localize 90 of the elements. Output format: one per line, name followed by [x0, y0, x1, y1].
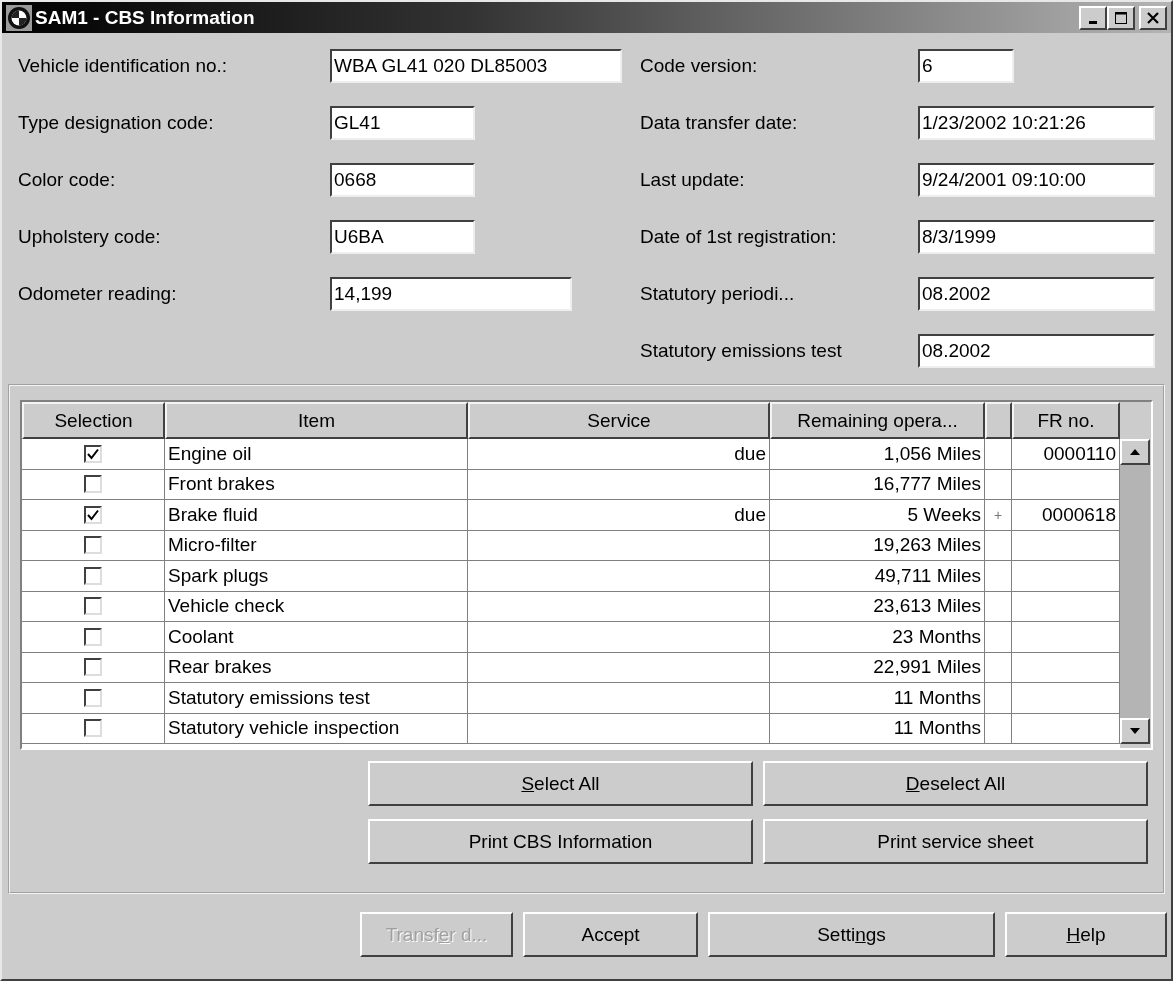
checkbox[interactable] — [84, 536, 102, 555]
text-field[interactable]: 1/23/2002 10:21:26 — [918, 106, 1155, 140]
scroll-down-button[interactable] — [1120, 718, 1150, 744]
table-cell: Brake fluid — [165, 500, 468, 531]
minimize-icon — [1089, 20, 1097, 24]
checkbox[interactable] — [84, 688, 102, 707]
up-arrow-icon — [1129, 448, 1141, 456]
checkbox[interactable] — [84, 597, 102, 616]
action-button[interactable]: Print CBS Information — [368, 819, 753, 864]
text-field[interactable]: 6 — [918, 49, 1014, 83]
table-cell: 11 Months — [770, 713, 985, 744]
close-button[interactable] — [1139, 5, 1167, 30]
field-label: Upholstery code: — [18, 226, 162, 248]
table-cell: Vehicle check — [165, 591, 468, 622]
table-cell: 5 Weeks — [770, 500, 985, 531]
field-label: Color code: — [18, 169, 117, 191]
table-cell — [985, 439, 1012, 470]
column-header[interactable] — [985, 402, 1012, 439]
table-cell: Spark plugs — [165, 561, 468, 592]
text-field[interactable]: 08.2002 — [918, 277, 1155, 311]
table-cell — [985, 530, 1012, 561]
window-title: SAM1 - CBS Information — [35, 6, 255, 29]
dialog-button[interactable]: Help — [1005, 912, 1167, 957]
table-cell: 19,263 Miles — [770, 530, 985, 561]
scroll-up-button[interactable] — [1120, 439, 1150, 465]
text-field[interactable]: 0668 — [330, 163, 475, 197]
table-cell: Statutory vehicle inspection — [165, 713, 468, 744]
table-cell: Engine oil — [165, 439, 468, 470]
table-cell: due — [468, 500, 770, 531]
text-field[interactable]: 14,199 — [330, 277, 572, 311]
text-field[interactable]: 08.2002 — [918, 334, 1155, 368]
field-label: Vehicle identification no.: — [18, 55, 229, 77]
checkbox[interactable] — [84, 658, 102, 677]
down-arrow-icon — [1129, 727, 1141, 735]
table-cell: 49,711 Miles — [770, 561, 985, 592]
table-cell — [985, 561, 1012, 592]
checkbox[interactable] — [84, 719, 102, 738]
field-label: Date of 1st registration: — [640, 226, 838, 248]
table-cell: 22,991 Miles — [770, 652, 985, 683]
field-label: Last update: — [640, 169, 746, 191]
field-label: Statutory periodi... — [640, 283, 796, 305]
text-field[interactable]: GL41 — [330, 106, 475, 140]
text-field[interactable]: WBA GL41 020 DL85003 — [330, 49, 622, 83]
maximize-icon — [1114, 10, 1128, 25]
table-cell — [985, 683, 1012, 714]
table-cell: 11 Months — [770, 683, 985, 714]
table-cell: due — [468, 439, 770, 470]
checkbox[interactable] — [84, 444, 102, 463]
field-label: Type designation code: — [18, 112, 215, 134]
dialog-button[interactable]: Settings — [708, 912, 995, 957]
column-header[interactable]: Remaining opera... — [770, 402, 985, 439]
table-cell — [985, 622, 1012, 653]
maximize-button[interactable] — [1107, 5, 1135, 30]
dialog-button[interactable]: Accept — [523, 912, 698, 957]
column-header[interactable]: Service — [468, 402, 770, 439]
checkbox[interactable] — [84, 566, 102, 585]
field-label: Data transfer date: — [640, 112, 799, 134]
table-cell: 16,777 Miles — [770, 469, 985, 500]
table-cell — [985, 713, 1012, 744]
field-label: Statutory emissions test — [640, 340, 843, 362]
field-label: Code version: — [640, 55, 759, 77]
table-cell: Micro-filter — [165, 530, 468, 561]
column-header[interactable]: Item — [165, 402, 468, 439]
table-cell: 23 Months — [770, 622, 985, 653]
table-cell: Rear brakes — [165, 652, 468, 683]
table-cell: Statutory emissions test — [165, 683, 468, 714]
close-icon — [1146, 10, 1160, 25]
checkbox[interactable] — [84, 627, 102, 646]
table-cell — [985, 591, 1012, 622]
table-cell: + — [985, 500, 1012, 531]
table-cell: Front brakes — [165, 469, 468, 500]
table-cell: Coolant — [165, 622, 468, 653]
field-label: Odometer reading: — [18, 283, 178, 305]
table-cell: 1,056 Miles — [770, 439, 985, 470]
column-header[interactable]: FR no. — [1012, 402, 1120, 439]
table-cell — [985, 469, 1012, 500]
action-button[interactable]: Print service sheet — [763, 819, 1148, 864]
text-field[interactable]: 9/24/2001 09:10:00 — [918, 163, 1155, 197]
app-icon — [6, 4, 32, 31]
action-button[interactable]: Deselect All — [763, 761, 1148, 806]
action-button[interactable]: Select All — [368, 761, 753, 806]
table-cell: 23,613 Miles — [770, 591, 985, 622]
table-cell — [985, 652, 1012, 683]
checkbox[interactable] — [84, 505, 102, 524]
text-field[interactable]: U6BA — [330, 220, 475, 254]
column-header[interactable]: Selection — [22, 402, 165, 439]
text-field[interactable]: 8/3/1999 — [918, 220, 1155, 254]
checkbox[interactable] — [84, 475, 102, 494]
scrollbar[interactable] — [1120, 439, 1150, 744]
minimize-button[interactable] — [1079, 5, 1107, 30]
